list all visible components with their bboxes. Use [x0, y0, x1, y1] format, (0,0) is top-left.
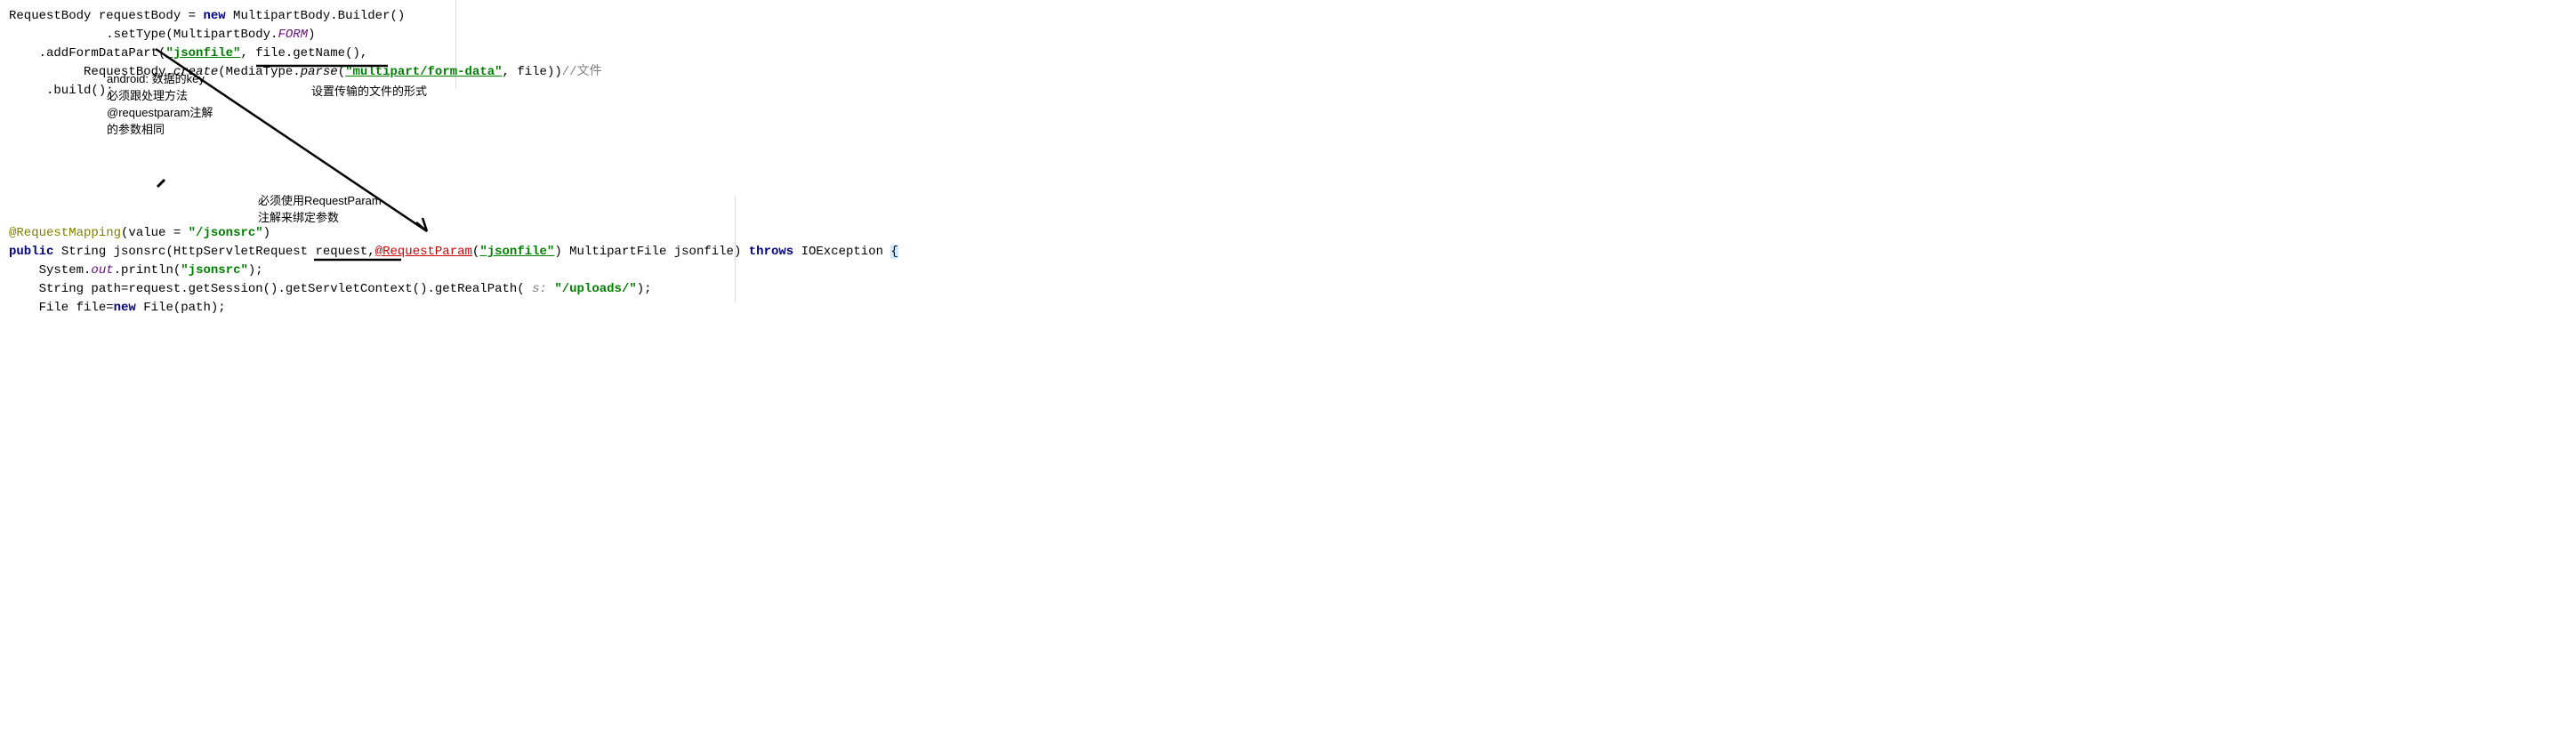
underline-multipart	[256, 62, 390, 69]
code-line-b2: public String jsonsrc(HttpServletRequest…	[9, 243, 898, 262]
code-line-b4: String path=request.getSession().getServ…	[9, 280, 898, 299]
code-line-1: RequestBody requestBody = new MultipartB…	[9, 7, 602, 26]
java-controller-code-block: @RequestMapping(value = "/jsonsrc") publ…	[9, 224, 898, 318]
code-line-2: .setType(MultipartBody.FORM)	[9, 26, 602, 44]
arrow-icon	[151, 44, 445, 249]
code-line-b3: System.out.println("jsonsrc");	[9, 262, 898, 280]
code-line-b5: File file=new File(path);	[9, 299, 898, 318]
code-line-b1: @RequestMapping(value = "/jsonsrc")	[9, 224, 898, 243]
